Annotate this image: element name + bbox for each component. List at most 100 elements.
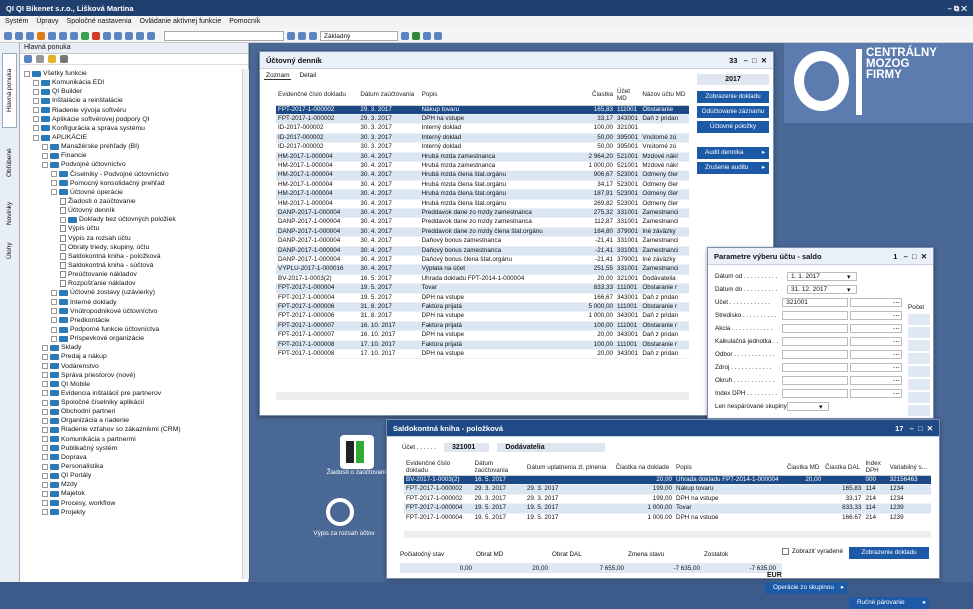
tree-item[interactable]: Interné doklady (20, 298, 242, 307)
table-row[interactable]: ID-2017-000002 30. 3. 2017 Interný doklad 1… (276, 123, 689, 134)
tree-item[interactable]: Účtovné zostavy (uzávierky) (20, 288, 242, 297)
param-input[interactable] (782, 376, 849, 386)
tree-item[interactable]: Žiadosti o zaúčtovanie (20, 197, 242, 206)
table-row[interactable]: FPT-2017-1-000004 19. 5. 2017 19. 5. 2017 1… (404, 503, 931, 514)
table-row[interactable]: FPT-2017-1-000002 29. 3. 2017 Nákup tovaru… (276, 105, 689, 115)
lookup-icon[interactable]: ⋯ (893, 377, 900, 385)
tree-item[interactable]: Účtovné operácie (20, 188, 242, 197)
tree-item[interactable]: Mzdy (20, 480, 242, 489)
expand-icon[interactable] (24, 70, 30, 77)
tree-item[interactable]: Sklady (20, 343, 242, 352)
column-header[interactable]: Evidenčné číslo dokladu (276, 85, 359, 106)
table-row[interactable]: DANP-2017-1-000004 30. 4. 2017 Preddavok d… (276, 208, 689, 219)
column-header[interactable]: Dátum uplatnenia zl. plnenia (524, 459, 614, 476)
refresh-icon[interactable] (37, 31, 45, 40)
tree-item[interactable]: Personalistika (20, 462, 242, 471)
expand-icon[interactable] (42, 408, 48, 415)
tree-item[interactable]: Inštalácie a reinštalácie (20, 96, 242, 105)
column-header[interactable]: Čiastka MD (784, 459, 824, 476)
tree-item[interactable]: Saldokontná kniha - súčtová (20, 261, 242, 270)
expand-icon[interactable] (42, 417, 48, 424)
lookup-icon[interactable]: ⋯ (893, 390, 900, 398)
group-operations-button[interactable]: Operácie zo skupinou ▸ (765, 582, 847, 594)
lookup-icon[interactable]: ⋯ (893, 351, 900, 359)
table-row[interactable]: FPT-2017-1-000002 29. 3. 2017 DPH na vstup… (276, 114, 689, 125)
toolbar-search-select[interactable] (164, 30, 284, 41)
table-row[interactable]: HM-2017-1-000004 30. 4. 2017 Hrubá mzda za… (276, 152, 689, 162)
chevron-down-icon[interactable]: ▾ (819, 403, 823, 411)
edit-icon[interactable] (103, 31, 111, 40)
expand-icon[interactable] (42, 427, 48, 434)
table-row[interactable]: VYPLU-2017-1-000016 30. 4. 2017 Výplata na… (276, 264, 689, 275)
refresh-icon[interactable] (24, 55, 32, 63)
expand-icon[interactable] (42, 161, 48, 168)
table-row[interactable]: HM-2017-1-000004 30. 4. 2017 Hrubá mzda čl… (276, 180, 689, 191)
desktop-shortcut-posting-requests[interactable]: Žiadosti o zaúčtovanie (323, 435, 393, 476)
tree-item[interactable]: Doklady bez účtovných položiek (20, 215, 242, 224)
chevron-down-icon[interactable]: ▾ (847, 286, 851, 294)
show-closed-checkbox[interactable] (782, 548, 789, 555)
param-input[interactable] (782, 337, 849, 347)
columns-icon[interactable] (309, 31, 317, 40)
expand-icon[interactable] (51, 180, 57, 187)
tree-item[interactable]: Rozpúšťanie nákladov (20, 279, 242, 288)
column-header[interactable]: Popis (419, 85, 579, 106)
table-row[interactable]: BV-2017-1-0003(2) 16. 5. 2017 20,00 Úhrada … (404, 475, 931, 486)
table-row[interactable]: FPT-2017-1-000008 17. 10. 2017 Faktúra pri… (276, 340, 689, 351)
tree-item[interactable]: Komunikácia EDI (20, 78, 242, 87)
expand-icon[interactable] (51, 326, 57, 333)
expand-icon[interactable] (60, 216, 66, 223)
chevron-down-icon[interactable]: ▾ (847, 273, 851, 281)
tree-item[interactable]: Účtovný denník (20, 206, 242, 215)
tree-scrollbar[interactable] (242, 69, 249, 579)
expand-icon[interactable] (42, 481, 48, 488)
column-header[interactable]: Dátum zaúčtovania (358, 85, 420, 106)
table-row[interactable]: FPT-2017-1-000007 16. 10. 2017 DPH na vstu… (276, 330, 689, 341)
table-row[interactable]: FPT-2017-1-000004 19. 5. 2017 Tovar 833,33 1… (276, 283, 689, 294)
table-row[interactable]: FPT-2017-1-000008 17. 10. 2017 DPH na vstu… (276, 349, 689, 360)
expand-icon[interactable] (42, 344, 48, 351)
menu-active-function[interactable]: Ovládanie aktívnej funkcie (140, 18, 222, 27)
lookup-icon[interactable]: ⋯ (893, 364, 900, 372)
expand-icon[interactable] (42, 390, 48, 397)
first-icon[interactable] (114, 31, 122, 40)
tree-item[interactable]: Procesy, workflow (20, 499, 242, 508)
tab-detail[interactable]: Detail (297, 72, 318, 80)
tree-item[interactable]: Vodárenstvo (20, 362, 242, 371)
column-header[interactable]: Popis (674, 459, 785, 476)
param-input[interactable] (782, 363, 849, 373)
filter-icon[interactable] (70, 31, 78, 40)
column-header[interactable]: Variabilný s... (887, 459, 931, 476)
tree-item[interactable]: Konfigurácia a správa systému (20, 124, 242, 133)
journal-audit-button[interactable]: Audit denníka ▸ (697, 147, 769, 159)
expand-icon[interactable] (42, 372, 48, 379)
tree-item[interactable]: Podporné funkcie účtovníctva (20, 325, 242, 334)
table-row[interactable]: FPT-2017-1-000006 31. 8. 2017 Faktúra prij… (276, 302, 689, 313)
paste-icon[interactable] (26, 31, 34, 40)
table-row[interactable]: DANP-2017-1-000004 30. 4. 2017 Preddavok d… (276, 227, 689, 238)
menu-edit[interactable]: Úpravy (36, 18, 58, 27)
copy-icon[interactable] (4, 31, 12, 40)
tree-item[interactable]: Doprava (20, 453, 242, 462)
menu-help[interactable]: Pomocník (229, 18, 260, 27)
tree-item[interactable]: Financie (20, 151, 242, 160)
cut-icon[interactable] (15, 31, 23, 40)
expand-icon[interactable] (33, 125, 39, 132)
lookup-icon[interactable]: ⋯ (893, 299, 900, 307)
param-input[interactable] (782, 324, 849, 334)
expand-icon[interactable] (42, 363, 48, 370)
expand-icon[interactable] (42, 353, 48, 360)
expand-icon[interactable] (42, 509, 48, 516)
delete-icon[interactable] (92, 31, 100, 40)
table-row[interactable]: FPT-2017-1-000004 19. 5. 2017 19. 5. 2017 1… (404, 513, 931, 519)
journal-hscroll[interactable] (276, 392, 689, 400)
print-icon[interactable] (423, 31, 431, 40)
funnel-icon[interactable] (287, 31, 295, 40)
tree-item[interactable]: Výpis účtu (20, 224, 242, 233)
column-header[interactable]: Účet MD (615, 85, 641, 106)
last-icon[interactable] (147, 31, 155, 40)
table-row[interactable]: HM-2017-1-000004 30. 4. 2017 Hrubá mzda za… (276, 161, 689, 172)
expand-icon[interactable] (42, 399, 48, 406)
expand-icon[interactable] (33, 79, 39, 86)
expand-icon[interactable] (42, 436, 48, 443)
